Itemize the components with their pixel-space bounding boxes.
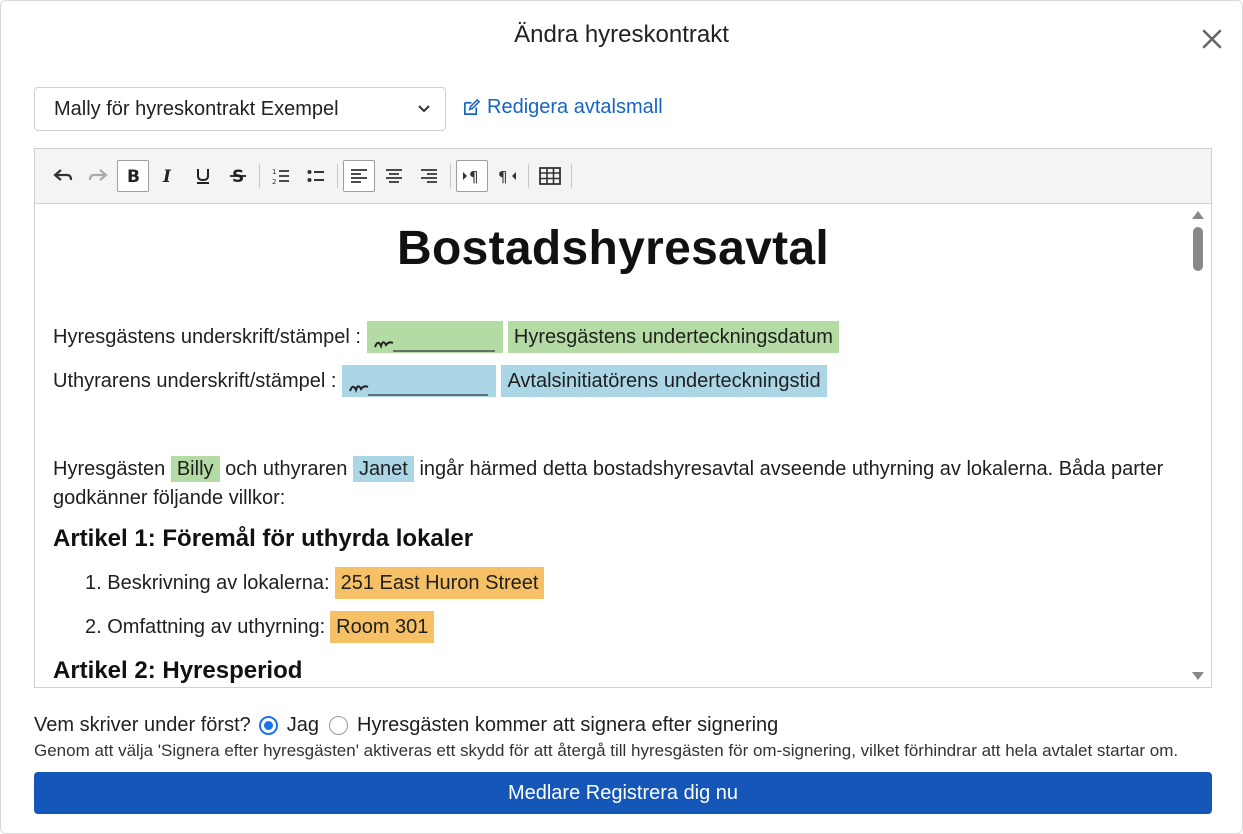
- intro-text: ingår härmed detta bostadshyresavtal avs…: [53, 458, 1164, 509]
- toolbar-separator: [337, 164, 338, 188]
- svg-text:¶: ¶: [498, 168, 508, 184]
- svg-text:B: B: [127, 167, 140, 185]
- redo-button[interactable]: [82, 160, 114, 192]
- table-icon: [539, 167, 561, 185]
- template-select-value: Mally för hyreskontrakt Exempel: [54, 97, 339, 120]
- edit-lease-dialog: Ändra hyreskontrakt Mally för hyreskontr…: [0, 0, 1243, 834]
- toolbar-separator: [259, 164, 260, 188]
- edit-template-label: Redigera avtalsmall: [487, 96, 663, 118]
- svg-text:2: 2: [272, 178, 276, 185]
- intro-text: och uthyraren: [225, 458, 348, 480]
- ordered-list-icon: 12: [272, 168, 289, 185]
- align-left-icon: [351, 169, 367, 183]
- article-2-heading: Artikel 2: Hyresperiod: [53, 657, 303, 684]
- tenant-name-field[interactable]: Billy: [170, 456, 220, 482]
- align-left-button[interactable]: [343, 160, 375, 192]
- underline-button[interactable]: [187, 160, 219, 192]
- rtl-button[interactable]: ¶: [491, 160, 523, 192]
- document-title: Bostadshyresavtal: [397, 222, 829, 275]
- scroll-up-arrow-icon[interactable]: [1192, 211, 1204, 219]
- editor-scrollbar[interactable]: [1191, 205, 1211, 687]
- landlord-signature-label: Uthyrarens underskrift/stämpel :: [53, 369, 337, 392]
- signature-icon: [349, 385, 489, 396]
- toolbar-separator: [571, 164, 572, 188]
- list-item: 1. Beskrivning av lokalerna: 251 East Hu…: [85, 567, 545, 599]
- strikethrough-button[interactable]: S: [222, 160, 254, 192]
- premises-description-field[interactable]: 251 East Huron Street: [334, 567, 545, 599]
- landlord-name-field[interactable]: Janet: [352, 456, 414, 482]
- radio-unchecked-icon: [329, 716, 348, 735]
- scrollbar-thumb[interactable]: [1193, 227, 1203, 271]
- undo-icon: [53, 169, 73, 181]
- close-button[interactable]: [1196, 23, 1228, 55]
- intro-paragraph: Hyresgästen Billy och uthyraren Janet in…: [53, 455, 1173, 513]
- editor-toolbar: B I S 12 ¶ ¶: [35, 149, 1211, 204]
- article-1-heading: Artikel 1: Föremål för uthyrda lokaler: [53, 525, 474, 552]
- edit-template-link[interactable]: Redigera avtalsmall: [462, 96, 663, 119]
- template-select[interactable]: Mally för hyreskontrakt Exempel: [34, 87, 446, 131]
- italic-icon: I: [162, 167, 172, 185]
- radio-option-label: Hyresgästen kommer att signera efter sig…: [357, 714, 779, 736]
- scroll-down-arrow-icon[interactable]: [1192, 672, 1204, 680]
- signing-order-question: Vem skriver under först?: [34, 714, 251, 736]
- redo-icon: [88, 169, 108, 181]
- italic-button[interactable]: I: [152, 160, 184, 192]
- bullet-list-icon: [307, 170, 324, 182]
- toolbar-separator: [528, 164, 529, 188]
- rich-text-editor: B I S 12 ¶ ¶ Bostadshyresavtal Hyresgäst…: [34, 148, 1212, 688]
- strikethrough-icon: S: [230, 167, 246, 185]
- chevron-down-icon: [418, 105, 430, 113]
- svg-text:1: 1: [272, 168, 276, 176]
- tenant-signature-field[interactable]: [366, 321, 503, 353]
- bullet-list-button[interactable]: [300, 160, 332, 192]
- edit-icon: [463, 98, 481, 116]
- landlord-signature-field[interactable]: [342, 365, 497, 397]
- list-item: 2. Omfattning av uthyrning: Room 301: [85, 611, 435, 643]
- tenant-signature-label: Hyresgästens underskrift/stämpel :: [53, 325, 361, 348]
- align-right-icon: [421, 169, 437, 183]
- ltr-icon: ¶: [463, 168, 479, 184]
- close-icon: [1202, 29, 1222, 49]
- align-center-icon: [386, 169, 402, 183]
- signing-order-row: Vem skriver under först? Jag Hyresgästen…: [34, 714, 788, 737]
- list-item-label: 1. Beskrivning av lokalerna:: [85, 571, 330, 594]
- underline-icon: [197, 169, 209, 184]
- landlord-signing-time-field[interactable]: Avtalsinitiatörens undertecknings­tid: [501, 365, 827, 397]
- rental-scope-field[interactable]: Room 301: [330, 611, 435, 643]
- align-center-button[interactable]: [378, 160, 410, 192]
- radio-option-me[interactable]: Jag: [258, 714, 319, 737]
- rtl-icon: ¶: [498, 168, 516, 184]
- radio-option-label: Jag: [286, 714, 319, 736]
- svg-text:¶: ¶: [469, 168, 479, 184]
- editor-content[interactable]: Bostadshyresavtal Hyresgästens underskri…: [35, 205, 1191, 687]
- bold-icon: B: [127, 167, 140, 185]
- signing-hint-text: Genom att välja 'Signera efter hyresgäst…: [34, 741, 1179, 760]
- undo-button[interactable]: [47, 160, 79, 192]
- tenant-signing-date-field[interactable]: Hyresgästens undertecknings­datum: [507, 321, 839, 353]
- ltr-button[interactable]: ¶: [456, 160, 488, 192]
- submit-button[interactable]: Medlare Registrera dig nu: [34, 772, 1212, 814]
- toolbar-separator: [450, 164, 451, 188]
- table-button[interactable]: [534, 160, 566, 192]
- list-item-label: 2. Omfattning av uthyrning:: [85, 615, 326, 638]
- svg-text:I: I: [162, 167, 172, 185]
- bold-button[interactable]: B: [117, 160, 149, 192]
- align-right-button[interactable]: [413, 160, 445, 192]
- radio-checked-icon: [258, 716, 278, 735]
- dialog-title: Ändra hyreskontrakt: [514, 21, 729, 48]
- tenant-signature-line: Hyresgästens underskrift/stämpel : Hyres…: [53, 321, 839, 353]
- radio-option-tenant[interactable]: Hyresgästen kommer att signera efter sig…: [329, 714, 778, 737]
- signature-icon: [373, 341, 495, 352]
- landlord-signature-line: Uthyrarens underskrift/stämpel : Avtalsi…: [53, 365, 827, 397]
- ordered-list-button[interactable]: 12: [265, 160, 297, 192]
- intro-text: Hyresgästen: [53, 458, 166, 480]
